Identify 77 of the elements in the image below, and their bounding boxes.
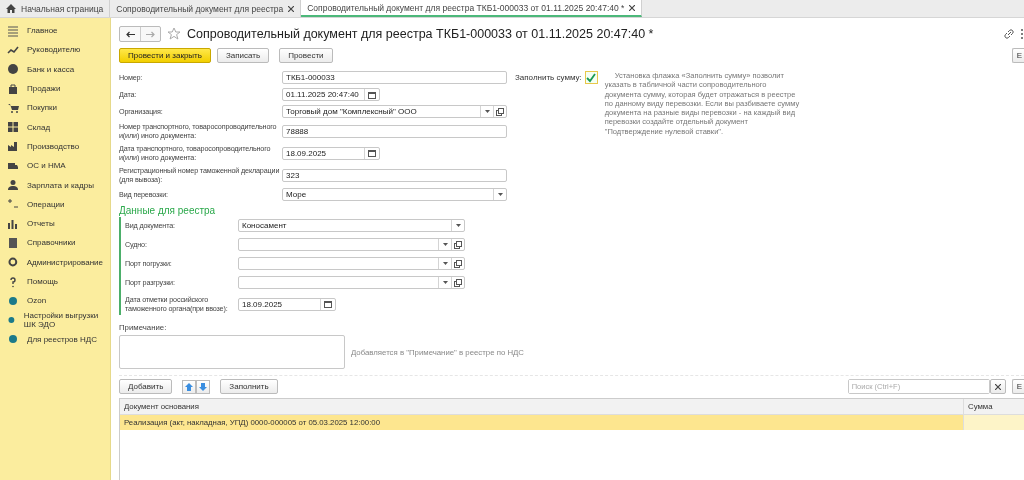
star-icon[interactable] bbox=[167, 27, 181, 41]
clear-search-button[interactable] bbox=[989, 379, 1006, 394]
close-icon[interactable] bbox=[629, 4, 636, 11]
open-icon[interactable] bbox=[496, 107, 504, 116]
sidebar-item[interactable]: Покупки bbox=[0, 98, 110, 118]
caret-icon[interactable] bbox=[497, 193, 503, 196]
fill-button[interactable]: Заполнить bbox=[220, 379, 278, 394]
sidebar-item[interactable]: Настройки выгрузки ШК ЭДО bbox=[0, 310, 110, 330]
caret-icon[interactable] bbox=[442, 281, 448, 284]
sidebar-item[interactable]: Ozon bbox=[0, 291, 110, 311]
tab[interactable]: Сопроводительный документ для реестра ТКБ1-000033 от 01.11.2025 20:47:40 * bbox=[301, 0, 643, 17]
sidebar-item[interactable]: Зарплата и кадры bbox=[0, 175, 110, 195]
input-field[interactable]: ТКБ1-000033 bbox=[282, 71, 507, 84]
select-field[interactable]: Коносамент bbox=[238, 219, 465, 232]
question-icon bbox=[7, 275, 19, 288]
more-button[interactable]: Е bbox=[1011, 48, 1024, 63]
select-field[interactable] bbox=[238, 257, 465, 270]
toolbar-button[interactable]: Провести bbox=[279, 48, 333, 63]
menu-icon bbox=[7, 24, 19, 37]
sidebar-item[interactable]: Отчеты bbox=[0, 213, 110, 234]
select-field[interactable] bbox=[238, 238, 465, 251]
open-icon[interactable] bbox=[454, 240, 462, 249]
caret-icon[interactable] bbox=[442, 262, 448, 265]
factory-icon bbox=[7, 140, 19, 153]
sidebar-item[interactable]: Руководителю bbox=[0, 40, 110, 60]
calendar-icon[interactable] bbox=[324, 300, 332, 308]
tab[interactable]: Начальная страница bbox=[0, 0, 111, 17]
toolbar-button[interactable]: Записать bbox=[216, 48, 270, 63]
person-icon bbox=[7, 179, 19, 191]
add-button[interactable]: Добавить bbox=[119, 379, 173, 394]
date-field[interactable]: 18.09.2025 bbox=[238, 297, 336, 311]
date-field[interactable]: 18.09.2025 bbox=[282, 146, 380, 160]
caret-icon[interactable] bbox=[442, 243, 448, 246]
toolbar-button[interactable]: Провести и закрыть bbox=[119, 48, 211, 63]
sidebar-item[interactable]: Продажи bbox=[0, 78, 110, 99]
grid-icon bbox=[7, 121, 19, 134]
sidebar-item[interactable]: Помощь bbox=[0, 271, 110, 292]
more-button[interactable]: Е bbox=[1011, 379, 1024, 394]
caret-icon[interactable] bbox=[484, 110, 490, 113]
more-icon[interactable] bbox=[1020, 28, 1024, 40]
home-icon bbox=[6, 4, 16, 13]
checkbox[interactable] bbox=[584, 71, 598, 84]
select-field[interactable] bbox=[238, 276, 465, 289]
select-field[interactable]: Торговый дом "Комплексный" ООО bbox=[282, 105, 507, 118]
open-icon[interactable] bbox=[454, 259, 462, 268]
sidebar-item[interactable]: Производство bbox=[0, 136, 110, 157]
calendar-icon[interactable] bbox=[368, 149, 376, 157]
input-field[interactable]: 78888 bbox=[282, 124, 507, 138]
note-field[interactable] bbox=[119, 335, 345, 369]
coin-icon bbox=[7, 63, 19, 76]
move-up-button[interactable] bbox=[182, 379, 197, 394]
close-icon bbox=[994, 383, 1001, 390]
sidebar-item[interactable]: Операции bbox=[0, 194, 110, 214]
sidebar-item[interactable]: Банк и касса bbox=[0, 59, 110, 79]
link-icon[interactable] bbox=[1004, 29, 1014, 39]
calendar-icon[interactable] bbox=[368, 90, 376, 99]
sidebar-item[interactable]: Склад bbox=[0, 117, 110, 137]
sidebar-item[interactable]: Справочники bbox=[0, 233, 110, 253]
right-arrow-icon bbox=[146, 30, 155, 38]
caret-icon[interactable] bbox=[455, 224, 461, 227]
sidebar-item[interactable]: Главное bbox=[0, 21, 110, 41]
sidebar-item[interactable]: Администрирование bbox=[0, 252, 110, 272]
move-down-button[interactable] bbox=[196, 379, 211, 394]
field-label: Заполнить сумму: bbox=[515, 72, 582, 84]
bar-chart-icon bbox=[7, 217, 19, 230]
cart-icon bbox=[7, 101, 19, 114]
input-field[interactable]: 323 bbox=[282, 168, 507, 182]
window-title: Сопроводительный документ для реестра ТКБ1-000033 от 01.11.2025 20:47:40 * bbox=[187, 27, 654, 41]
sidebar-item[interactable]: Для реестров НДС bbox=[0, 329, 110, 350]
select-field[interactable]: Море bbox=[282, 188, 507, 201]
section-title: Данные для реестра bbox=[119, 205, 217, 216]
bag-icon bbox=[7, 82, 19, 95]
open-icon[interactable] bbox=[454, 278, 462, 287]
date-field[interactable]: 01.11.2025 20:47:40 bbox=[282, 88, 380, 101]
sidebar-item[interactable]: ОС и НМА bbox=[0, 156, 110, 176]
left-arrow-icon bbox=[125, 30, 135, 38]
close-icon[interactable] bbox=[288, 5, 295, 12]
